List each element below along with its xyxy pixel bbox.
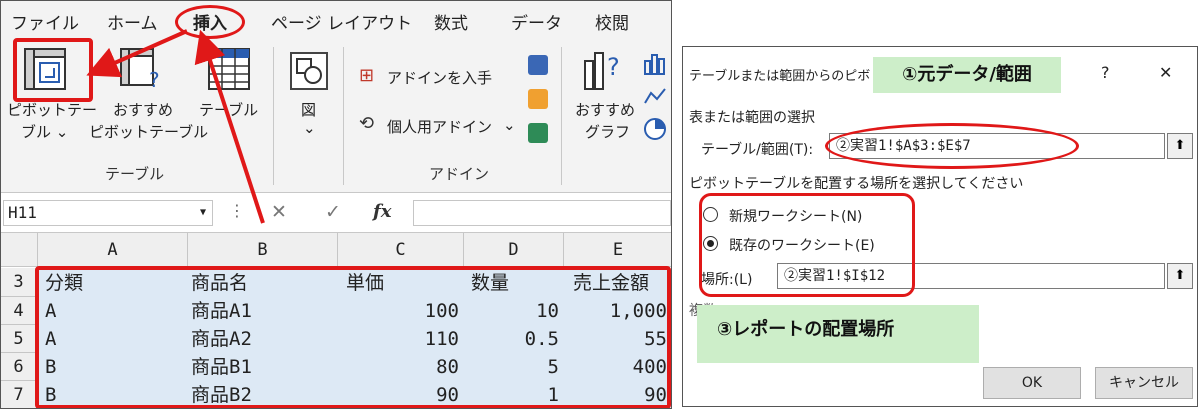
arrow-to-insert-tab [194,29,265,224]
range-collapse-button[interactable]: ⬆ [1167,133,1193,159]
annotation-source-range: ①元データ/範囲 [873,57,1061,93]
placement-section-label: ピボットテーブルを配置する場所を選択してください [689,176,1024,192]
close-icon[interactable]: ✕ [1159,63,1172,82]
annotation-arrows [86,29,265,224]
range-label: テーブル/範囲(T): [701,142,814,158]
create-pivot-dialog: テーブルまたは範囲からのピボ ? ✕ 表または範囲の選択 テーブル/範囲(T):… [682,46,1198,407]
screenshot-root: ファイル ホーム 挿入 ページ レイアウト 数式 データ 校閲 ピボットテー ブ… [0,0,1200,409]
arrow-to-pivot [86,29,188,78]
placement-highlight-box [699,193,915,297]
source-section-label: 表または範囲の選択 [689,110,815,126]
range-highlight [825,123,1079,169]
location-collapse-button[interactable]: ⬆ [1167,263,1193,289]
cancel-button[interactable]: キャンセル [1095,367,1193,399]
help-icon[interactable]: ? [1101,63,1110,82]
dialog-title: テーブルまたは範囲からのピボ [689,69,871,84]
collapse-arrow-icon: ⬆ [1174,138,1186,153]
excel-window: ファイル ホーム 挿入 ページ レイアウト 数式 データ 校閲 ピボットテー ブ… [0,0,672,409]
collapse-arrow-icon: ⬆ [1174,268,1186,283]
ok-button[interactable]: OK [983,367,1081,399]
annotation-report-location: ③レポートの配置場所 [697,305,979,363]
